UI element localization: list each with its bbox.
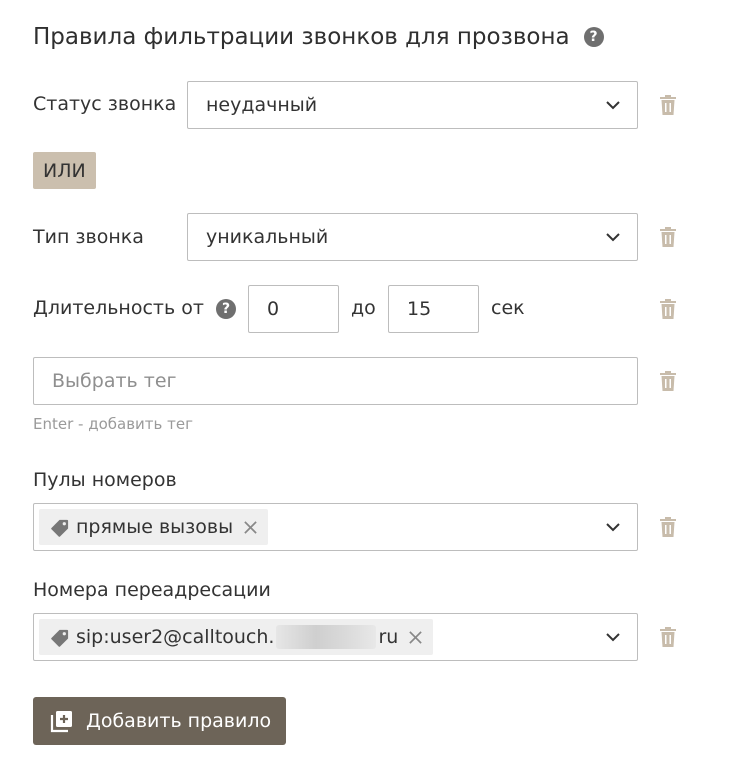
trash-icon[interactable] [658,626,678,648]
chevron-down-icon [606,101,620,110]
call-type-value: уникальный [206,226,329,248]
call-type-label: Тип звонка [33,226,144,248]
close-icon[interactable] [243,520,258,535]
trash-icon[interactable] [658,370,678,392]
tag-icon [51,519,69,537]
chip: прямые вызовы [39,509,269,545]
chevron-down-icon [606,633,620,642]
add-box-icon [50,711,72,733]
tag-icon [51,629,69,647]
close-icon[interactable] [408,630,423,645]
add-rule-label: Добавить правило [86,710,272,732]
add-rule-button[interactable]: Добавить правило [33,697,286,745]
trash-icon[interactable] [658,94,678,116]
chip-label-prefix: sip:user2@calltouch. [76,626,275,648]
chevron-down-icon [606,523,620,532]
redacted-text [276,625,377,649]
tag-hint: Enter - добавить тег [33,415,193,433]
tag-input[interactable]: Выбрать тег [33,357,638,405]
chip-label: прямые вызовы [76,516,234,538]
call-status-value: неудачный [206,94,318,116]
duration-from-input[interactable]: 0 [248,285,339,333]
duration-to-label: до [351,297,376,319]
call-type-select[interactable]: уникальный [187,213,638,261]
trash-icon[interactable] [658,298,678,320]
trash-icon[interactable] [658,516,678,538]
page-title: Правила фильтрации звонков для прозвона … [33,24,604,50]
or-badge: ИЛИ [33,152,96,189]
page-title-text: Правила фильтрации звонков для прозвона [33,24,570,50]
duration-unit: сек [491,297,525,319]
call-status-label: Статус звонка [33,93,177,115]
redirect-numbers-select[interactable]: sip:user2@calltouch. ru [33,613,638,661]
duration-label: Длительность от [33,297,204,319]
duration-to-input[interactable]: 15 [388,285,479,333]
call-status-select[interactable]: неудачный [187,81,638,129]
redirect-numbers-label: Номера переадресации [33,579,271,601]
trash-icon[interactable] [658,226,678,248]
chevron-down-icon [606,233,620,242]
chip-label-suffix: ru [378,626,399,648]
number-pools-select[interactable]: прямые вызовы [33,503,638,551]
tag-input-placeholder: Выбрать тег [52,370,177,392]
help-icon[interactable]: ? [583,27,604,47]
chip: sip:user2@calltouch. ru [39,619,434,655]
number-pools-label: Пулы номеров [33,469,177,491]
help-icon[interactable]: ? [216,299,236,319]
